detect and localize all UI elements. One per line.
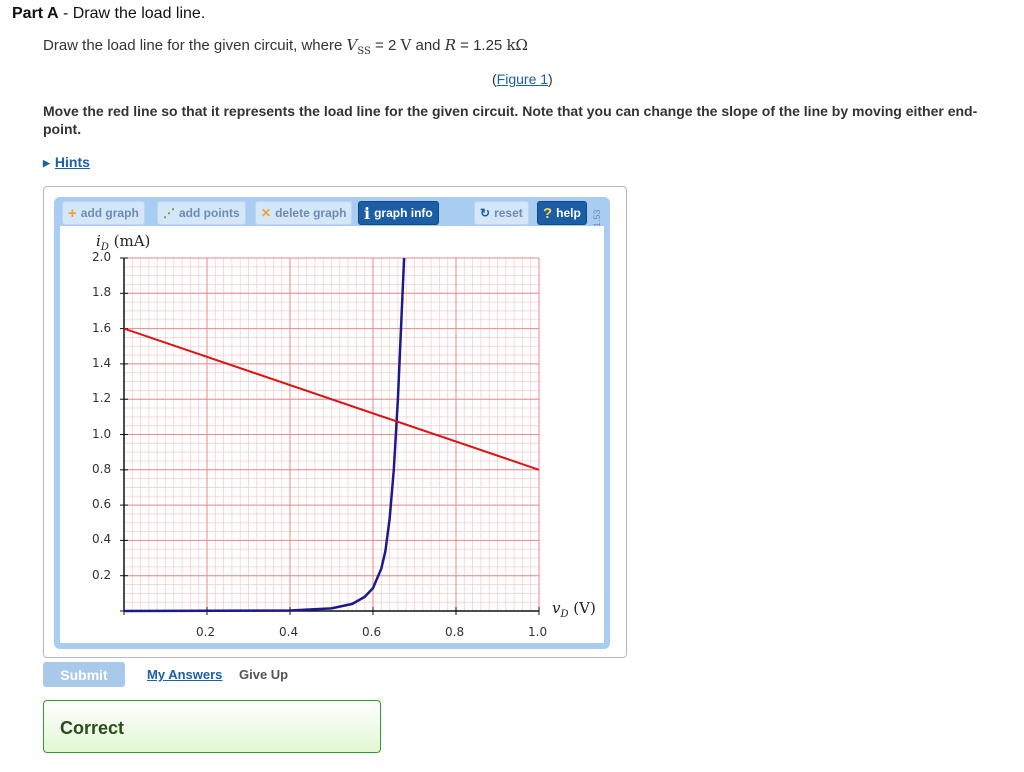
feedback-status: Correct xyxy=(60,718,125,738)
my-answers-link[interactable]: My Answers xyxy=(147,667,222,682)
give-up-link[interactable]: Give Up xyxy=(239,667,288,682)
feedback-correct: Correct xyxy=(43,700,381,753)
iv-plot xyxy=(120,257,540,615)
submit-button[interactable]: Submit xyxy=(43,662,125,687)
